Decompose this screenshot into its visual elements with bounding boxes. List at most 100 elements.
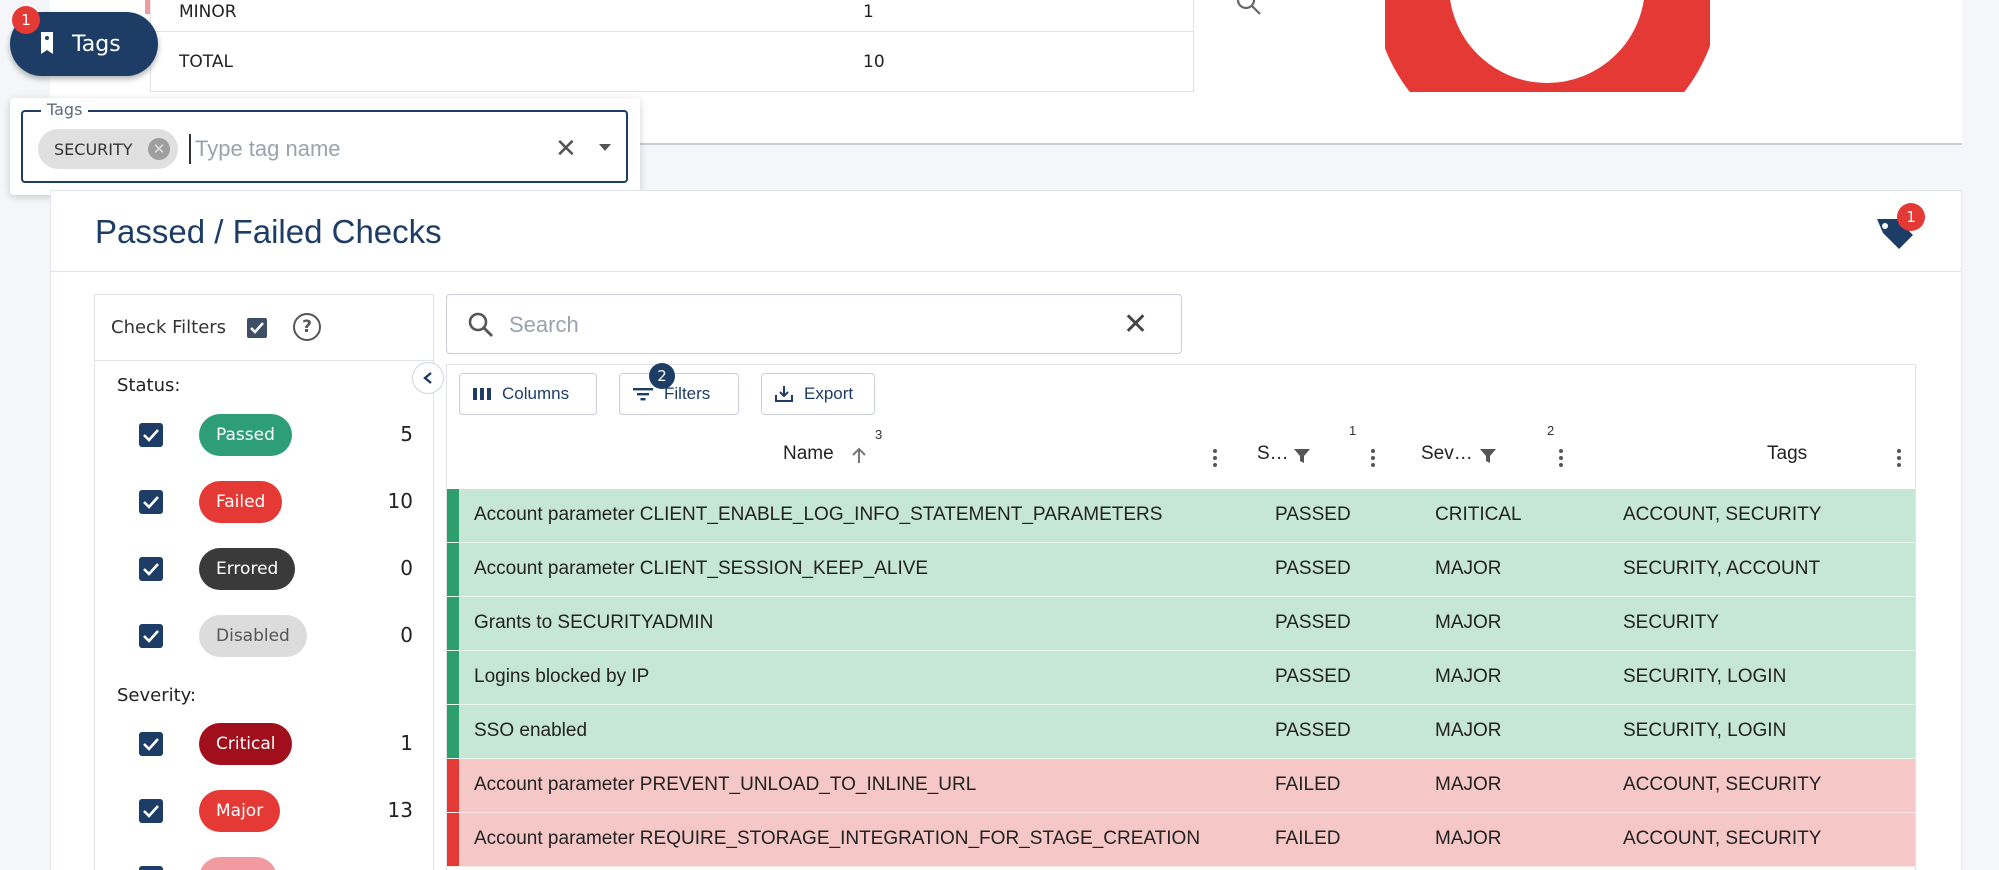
- column-header-severity[interactable]: Sev… 2: [1421, 421, 1571, 487]
- errored-checkbox[interactable]: [139, 557, 163, 581]
- status-bar: [447, 489, 459, 542]
- cell-name: Account parameter CLIENT_ENABLE_LOG_INFO…: [474, 504, 1163, 525]
- severity-chip-minor: [199, 857, 277, 870]
- cell-tags: SECURITY, ACCOUNT: [1623, 558, 1821, 579]
- cell-severity: MAJOR: [1435, 612, 1502, 633]
- status-bar: [447, 597, 459, 650]
- check-filters-title: Check Filters: [111, 317, 227, 338]
- filter-row-major: Major 13: [95, 788, 435, 834]
- summary-row-total: TOTAL 10: [151, 32, 1193, 91]
- summary-value: 10: [863, 51, 885, 72]
- cell-name: Account parameter REQUIRE_STORAGE_INTEGR…: [474, 828, 1201, 849]
- cell-status: PASSED: [1275, 720, 1351, 741]
- filter-row-critical: Critical 1: [95, 721, 435, 767]
- filter-count: 10: [387, 489, 413, 513]
- dropdown-arrow-icon[interactable]: [599, 144, 611, 151]
- major-checkbox[interactable]: [139, 799, 163, 823]
- status-chip-disabled: Disabled: [199, 615, 307, 657]
- passed-checkbox[interactable]: [139, 423, 163, 447]
- status-chip-errored: Errored: [199, 548, 296, 590]
- status-bar: [447, 543, 459, 596]
- tag-name-input[interactable]: [189, 134, 549, 164]
- column-menu-icon[interactable]: [1213, 449, 1217, 467]
- tag-chip-security[interactable]: SECURITY ✕: [38, 129, 178, 169]
- tag-filter-badge: 1: [1897, 203, 1925, 231]
- disabled-checkbox[interactable]: [139, 624, 163, 648]
- status-bar: [447, 651, 459, 704]
- panel-divider: [51, 271, 1961, 272]
- donut-percent-label: 90.0%: [1484, 31, 1537, 49]
- table-row[interactable]: Account parameter REQUIRE_STORAGE_INTEGR…: [447, 813, 1915, 867]
- filter-count: 5: [400, 422, 413, 446]
- severity-section-label: Severity:: [117, 685, 197, 706]
- critical-checkbox[interactable]: [139, 732, 163, 756]
- cell-name: SSO enabled: [474, 720, 588, 741]
- collapse-sidebar-button[interactable]: [412, 362, 444, 394]
- check-filters-header: Check Filters ?: [95, 295, 433, 361]
- summary-label: TOTAL: [179, 51, 233, 72]
- tags-popover: Tags SECURITY ✕ ✕: [10, 98, 640, 195]
- filter-icon[interactable]: [1293, 447, 1311, 465]
- column-header-name[interactable]: Name 3: [447, 421, 1227, 487]
- columns-button[interactable]: Columns: [459, 373, 597, 415]
- filter-count: 0: [400, 556, 413, 580]
- severity-summary-table: MINOR 1 TOTAL 10: [145, 0, 1261, 92]
- table-row[interactable]: Account parameter CLIENT_ENABLE_LOG_INFO…: [447, 489, 1915, 543]
- arrow-up-icon[interactable]: [851, 446, 867, 464]
- filter-list-icon: [633, 388, 653, 401]
- clear-search-icon[interactable]: ✕: [1123, 307, 1148, 342]
- cell-tags: ACCOUNT, SECURITY: [1623, 504, 1822, 525]
- search-icon: [468, 312, 493, 337]
- search-field[interactable]: ✕: [446, 294, 1182, 354]
- tags-count-badge: 1: [12, 6, 40, 34]
- summary-row-minor: MINOR 1: [145, 0, 1261, 32]
- sort-priority: 3: [875, 427, 883, 442]
- cell-status: FAILED: [1275, 828, 1341, 849]
- checks-data-grid: Columns Filters 2 Export Name 3 S… 1 Sev…: [446, 363, 1917, 870]
- column-title: Name: [783, 443, 834, 464]
- panel-title: Passed / Failed Checks: [95, 213, 442, 250]
- table-row[interactable]: Logins blocked by IP PASSED MAJOR SECURI…: [447, 651, 1915, 705]
- help-icon[interactable]: ?: [293, 313, 321, 341]
- column-header-tags[interactable]: Tags: [1597, 421, 1917, 487]
- filter-icon[interactable]: [1479, 447, 1497, 465]
- tags-field-legend: Tags: [41, 100, 89, 119]
- cell-status: FAILED: [1275, 774, 1341, 795]
- column-title: S…: [1257, 443, 1289, 464]
- export-label: Export: [804, 384, 854, 403]
- chevron-left-icon: [423, 372, 432, 384]
- column-header-status[interactable]: S… 1: [1257, 421, 1397, 487]
- cell-status: PASSED: [1275, 666, 1351, 687]
- table-row[interactable]: Account parameter CLIENT_SESSION_KEEP_AL…: [447, 543, 1915, 597]
- status-bar: [447, 705, 459, 758]
- cell-tags: ACCOUNT, SECURITY: [1623, 828, 1822, 849]
- table-row[interactable]: Grants to SECURITYADMIN PASSED MAJOR SEC…: [447, 597, 1915, 651]
- search-input[interactable]: [509, 309, 1069, 341]
- filters-button[interactable]: Filters: [619, 373, 739, 415]
- tags-autocomplete[interactable]: Tags SECURITY ✕ ✕: [21, 100, 628, 183]
- table-row[interactable]: Account parameter PREVENT_UNLOAD_TO_INLI…: [447, 759, 1915, 813]
- export-button[interactable]: Export: [761, 373, 875, 415]
- filter-row-passed: Passed 5: [95, 412, 435, 458]
- cell-name: Grants to SECURITYADMIN: [474, 612, 714, 633]
- search-icon[interactable]: [1235, 0, 1263, 18]
- minor-checkbox[interactable]: [139, 866, 163, 870]
- column-menu-icon[interactable]: [1371, 449, 1375, 467]
- failed-checkbox[interactable]: [139, 490, 163, 514]
- select-all-checkbox[interactable]: [247, 318, 267, 338]
- column-menu-icon[interactable]: [1897, 449, 1901, 467]
- status-section-label: Status:: [117, 375, 181, 396]
- filter-count: 1: [400, 731, 413, 755]
- sort-priority: 1: [1349, 423, 1357, 438]
- clear-icon[interactable]: ✕: [555, 134, 577, 164]
- status-bar: [447, 759, 459, 812]
- column-menu-icon[interactable]: [1559, 449, 1563, 467]
- columns-icon: [473, 388, 491, 400]
- table-row[interactable]: SSO enabled PASSED MAJOR SECURITY, LOGIN: [447, 705, 1915, 759]
- cell-severity: MAJOR: [1435, 558, 1502, 579]
- active-filters-badge: 2: [649, 363, 675, 389]
- chip-remove-icon[interactable]: ✕: [148, 138, 170, 160]
- column-title: Sev…: [1421, 443, 1473, 464]
- filter-count: 0: [400, 623, 413, 647]
- download-icon: [775, 386, 793, 402]
